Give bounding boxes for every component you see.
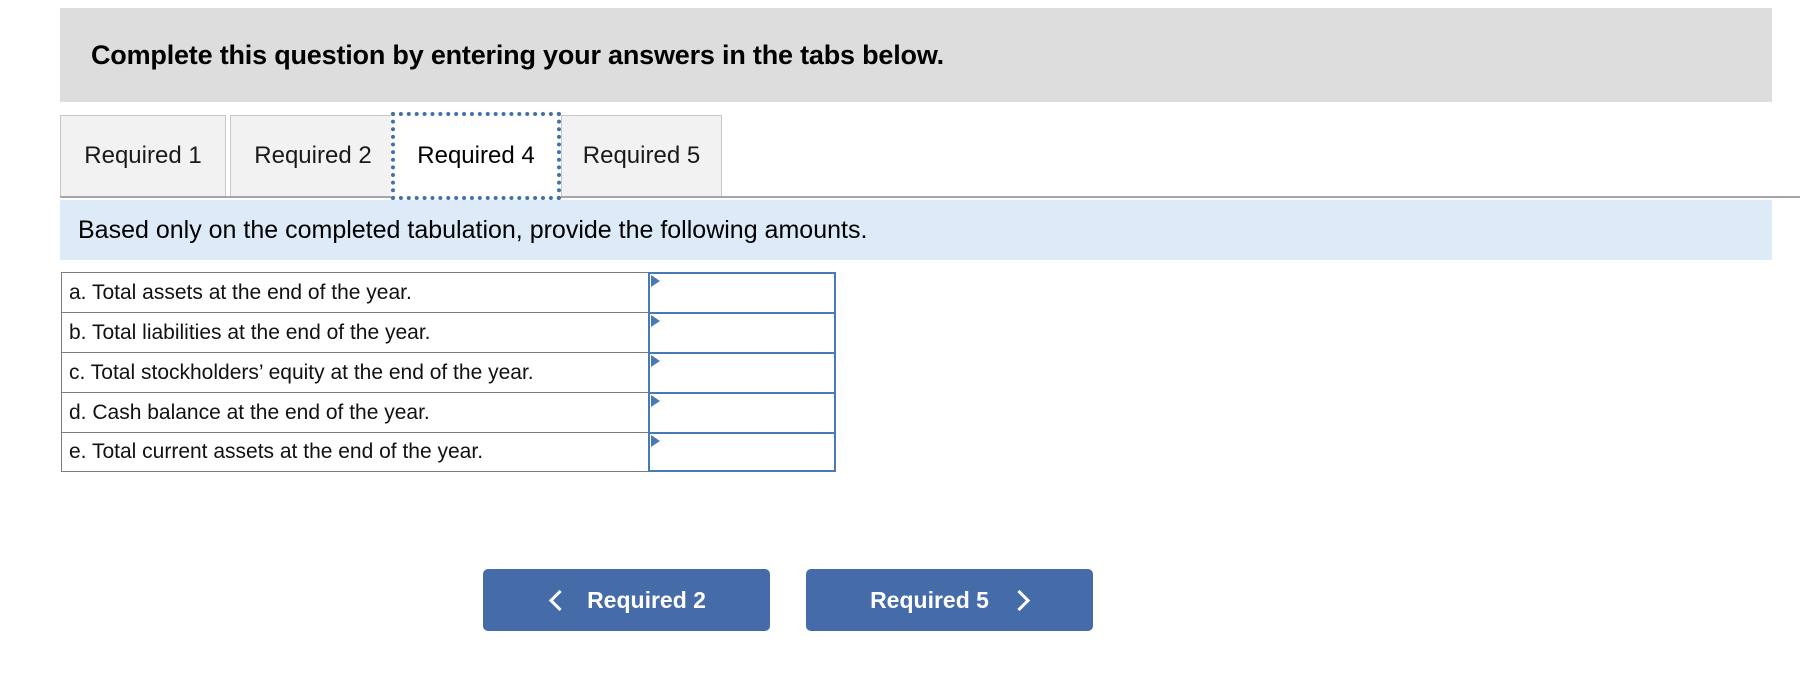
answer-cell[interactable] xyxy=(648,312,836,352)
answer-input-a[interactable] xyxy=(650,274,834,312)
row-label: e. Total current assets at the end of th… xyxy=(61,432,649,472)
table-row: c. Total stockholders’ equity at the end… xyxy=(61,352,837,392)
table-row: a. Total assets at the end of the year. xyxy=(61,272,837,312)
answer-input-b[interactable] xyxy=(650,314,834,352)
instruction-text: Based only on the completed tabulation, … xyxy=(78,215,868,244)
answer-cell[interactable] xyxy=(648,392,836,432)
previous-required-button[interactable]: Required 2 xyxy=(483,569,770,631)
table-row: e. Total current assets at the end of th… xyxy=(61,432,837,472)
tab-strip-divider xyxy=(60,196,1800,198)
tab-required-2[interactable]: Required 2 xyxy=(230,115,396,196)
previous-button-label: Required 2 xyxy=(587,586,706,613)
tab-required-1[interactable]: Required 1 xyxy=(60,115,226,196)
table-row: d. Cash balance at the end of the year. xyxy=(61,392,837,432)
navigation-buttons: Required 2 Required 5 xyxy=(483,569,1093,631)
answer-cell[interactable] xyxy=(648,272,836,312)
instruction-band: Based only on the completed tabulation, … xyxy=(60,200,1772,260)
next-required-button[interactable]: Required 5 xyxy=(806,569,1093,631)
chevron-left-icon xyxy=(547,589,569,611)
answer-input-d[interactable] xyxy=(650,394,834,432)
answer-cell[interactable] xyxy=(648,352,836,392)
answer-cell[interactable] xyxy=(648,432,836,472)
tab-strip: Required 1 Required 2 Required 4 Require… xyxy=(60,112,1800,200)
chevron-right-icon xyxy=(1007,589,1029,611)
page-title: Complete this question by entering your … xyxy=(91,39,944,70)
next-button-label: Required 5 xyxy=(870,586,989,613)
row-label: b. Total liabilities at the end of the y… xyxy=(61,312,649,352)
row-label: c. Total stockholders’ equity at the end… xyxy=(61,352,649,392)
answer-table: a. Total assets at the end of the year. … xyxy=(61,272,837,472)
tab-label: Required 4 xyxy=(417,142,535,169)
tab-label: Required 2 xyxy=(254,142,372,169)
question-header-band: Complete this question by entering your … xyxy=(60,8,1772,102)
tab-required-4[interactable]: Required 4 xyxy=(391,112,561,200)
tab-label: Required 1 xyxy=(84,142,202,169)
row-label: a. Total assets at the end of the year. xyxy=(61,272,649,312)
tab-label: Required 5 xyxy=(582,142,701,169)
tab-required-5[interactable]: Required 5 xyxy=(561,115,722,196)
answer-input-e[interactable] xyxy=(650,434,834,470)
row-label: d. Cash balance at the end of the year. xyxy=(61,392,649,432)
answer-input-c[interactable] xyxy=(650,354,834,392)
table-row: b. Total liabilities at the end of the y… xyxy=(61,312,837,352)
